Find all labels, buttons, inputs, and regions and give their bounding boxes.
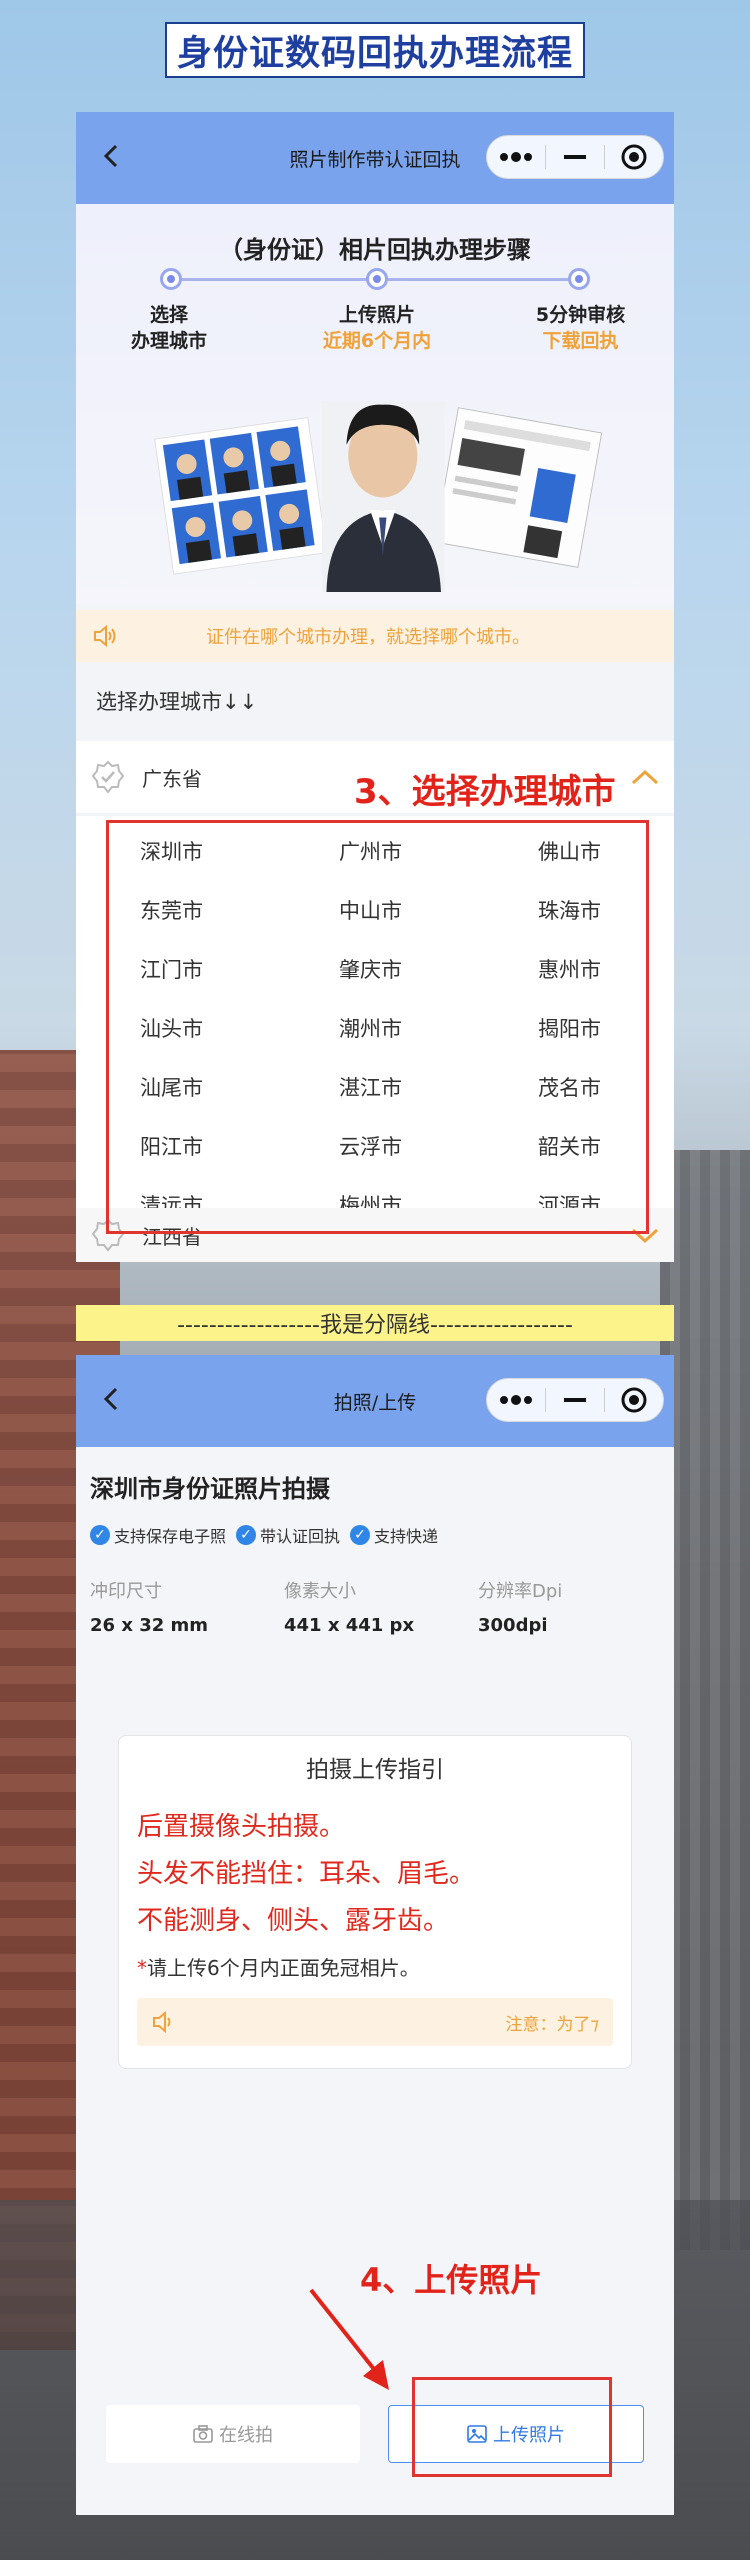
guide-note: *请上传6个月内正面免冠相片。 xyxy=(137,1952,420,1981)
chevron-up-icon[interactable] xyxy=(630,768,660,786)
screen-upload-photo: 拍照/上传 深圳市身份证照片拍摄 ✓ 支持保存电子照 ✓ 带认证回执 ✓ 支持快递 冲… xyxy=(76,1355,674,2515)
navbar: 拍照/上传 xyxy=(76,1355,674,1447)
guide-title: 拍摄上传指引 xyxy=(306,1757,444,1783)
annotation-arrow xyxy=(309,2288,389,2390)
guide-line-3: 不能测身、侧头、露牙齿。 xyxy=(137,1906,450,1936)
province-badge-icon xyxy=(91,760,125,794)
spec-dpi-label: 分辨率Dpi xyxy=(478,1581,563,1602)
step3-annotation: 3、选择办理城市 xyxy=(354,772,616,812)
banner-title: 身份证数码回执办理流程 xyxy=(165,22,585,78)
step-dot-3 xyxy=(568,268,590,290)
camera-icon xyxy=(193,2425,213,2443)
check-icon: ✓ xyxy=(90,1525,110,1545)
minimize-icon[interactable] xyxy=(546,1379,604,1421)
notice-text: 证件在哪个城市办理，就选择哪个城市。 xyxy=(206,627,530,648)
required-star: * xyxy=(137,1956,147,1980)
step-2-line2: 近期6个月内 xyxy=(322,330,432,352)
online-capture-label: 在线拍 xyxy=(219,2425,273,2446)
mini-program-capsule xyxy=(486,135,664,179)
speaker-icon xyxy=(94,624,116,648)
upload-highlight-box xyxy=(412,2377,612,2477)
step-3-line1: 5分钟审核 xyxy=(535,304,626,326)
city-highlight-box xyxy=(106,820,649,1234)
badge-label: 带认证回执 xyxy=(260,1527,341,1546)
more-icon[interactable] xyxy=(487,136,545,178)
step-3-line2: 下载回执 xyxy=(542,330,619,352)
spec-print-size-value: 26 x 32 mm xyxy=(90,1615,209,1636)
province-name: 广东省 xyxy=(142,766,202,791)
badge-save-e-photo: ✓ 支持保存电子照 xyxy=(90,1523,226,1547)
guide-notice-bar: 注意：为了⁊ xyxy=(137,1998,613,2046)
upload-guide-card: 拍摄上传指引 后置摄像头拍摄。 头发不能挡住：耳朵、眉毛。 不能测身、侧头、露牙… xyxy=(118,1735,632,2069)
step-2: 上传照片 近期6个月内 xyxy=(307,302,447,354)
minimize-icon[interactable] xyxy=(546,136,604,178)
badge-label: 支持保存电子照 xyxy=(114,1527,227,1546)
close-target-icon[interactable] xyxy=(605,136,663,178)
badge-receipt: ✓ 带认证回执 xyxy=(236,1523,340,1547)
city-notice-bar: 证件在哪个城市办理，就选择哪个城市。 xyxy=(76,610,674,662)
photo-spec-heading: 深圳市身份证照片拍摄 xyxy=(90,1475,330,1503)
badge-label: 支持快递 xyxy=(374,1527,439,1546)
step-1-line1: 选择 xyxy=(149,304,188,326)
guide-note-text: 请上传6个月内正面免冠相片。 xyxy=(147,1956,420,1980)
step-dot-1 xyxy=(160,268,182,290)
mini-program-capsule xyxy=(486,1378,664,1422)
navbar: 照片制作带认证回执 xyxy=(76,112,674,204)
guide-notice-text: 注意：为了⁊ xyxy=(505,2015,599,2035)
id-photo-illustration xyxy=(154,401,603,592)
step-3: 5分钟审核 下载回执 xyxy=(508,302,653,354)
close-target-icon[interactable] xyxy=(605,1379,663,1421)
guide-line-2: 头发不能挡住：耳朵、眉毛。 xyxy=(137,1859,476,1889)
speaker-icon xyxy=(153,2010,171,2034)
steps-title: （身份证）相片回执办理步骤 xyxy=(219,236,531,264)
select-city-label: 选择办理城市↓↓ xyxy=(96,690,258,714)
check-icon: ✓ xyxy=(350,1525,371,1545)
step-dot-2 xyxy=(366,268,388,290)
check-icon: ✓ xyxy=(236,1525,257,1545)
step-2-line1: 上传照片 xyxy=(338,304,415,326)
badge-delivery: ✓ 支持快递 xyxy=(350,1523,438,1547)
section-divider: ------------------我是分隔线-----------------… xyxy=(76,1305,674,1341)
spec-print-size-label: 冲印尺寸 xyxy=(90,1581,162,1602)
guide-line-1: 后置摄像头拍摄。 xyxy=(137,1812,346,1842)
step-1: 选择 办理城市 xyxy=(104,302,234,354)
spec-dpi-value: 300dpi xyxy=(478,1615,548,1636)
more-icon[interactable] xyxy=(487,1379,545,1421)
online-capture-button[interactable]: 在线拍 xyxy=(106,2405,360,2463)
step-1-line2: 办理城市 xyxy=(130,330,207,352)
feature-badges: ✓ 支持保存电子照 ✓ 带认证回执 ✓ 支持快递 xyxy=(90,1523,438,1547)
spec-pixel-size-label: 像素大小 xyxy=(284,1581,356,1602)
spec-pixel-size-value: 441 x 441 px xyxy=(284,1615,415,1636)
